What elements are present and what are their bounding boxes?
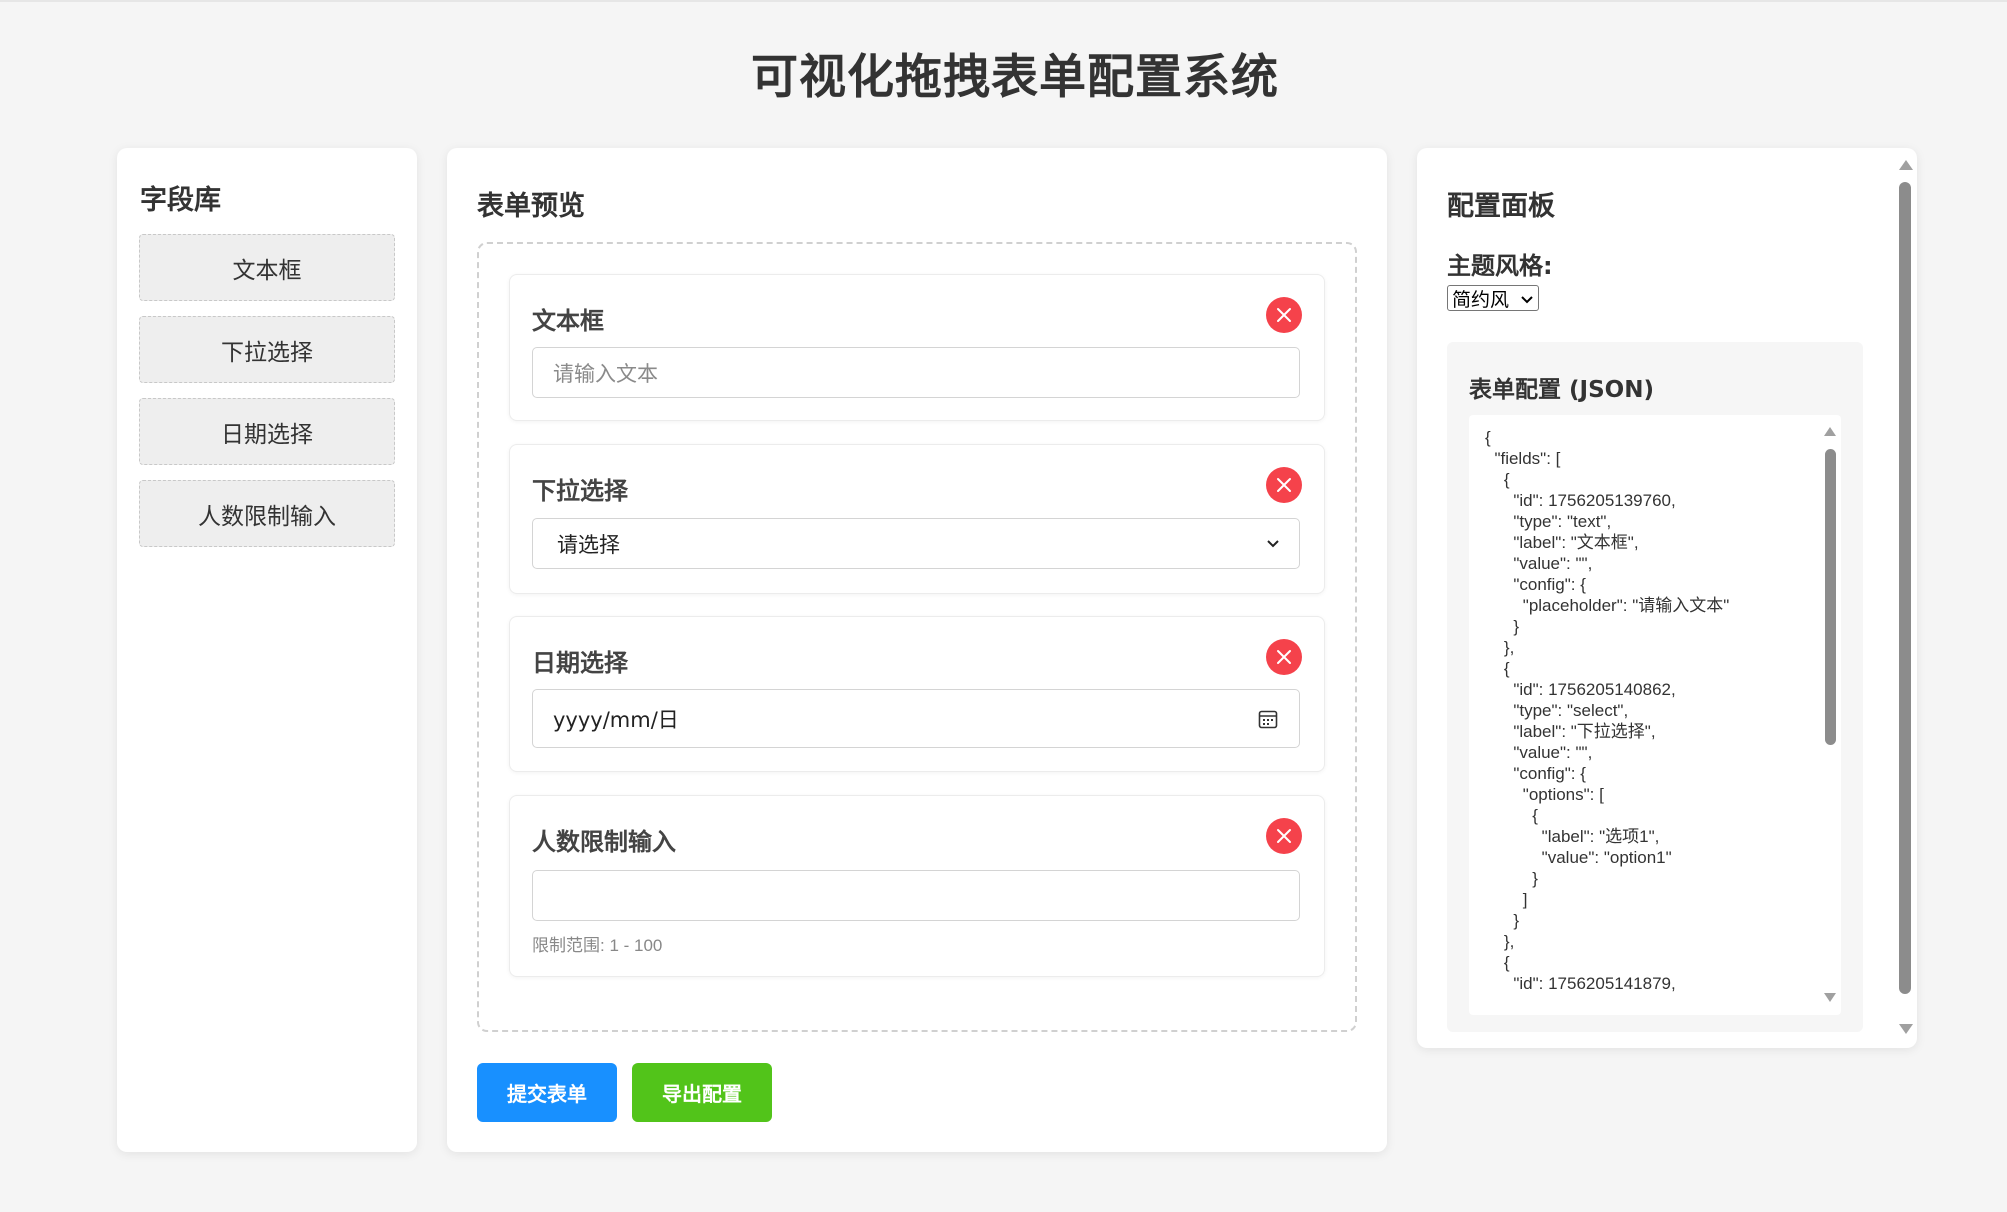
- chevron-down-icon: [1521, 296, 1533, 304]
- json-scrollbar[interactable]: [1819, 415, 1841, 1015]
- config-panel-title: 配置面板: [1447, 191, 1555, 222]
- form-preview-panel: 表单预览 文本框 请输入文本 下拉选择 请选择 日期选择 yyyy/mm/日 人…: [447, 148, 1387, 1152]
- config-scrollbar[interactable]: [1893, 148, 1917, 1048]
- delete-field-button[interactable]: [1266, 467, 1302, 503]
- field-label: 下拉选择: [532, 477, 628, 505]
- json-scrollbar-thumb[interactable]: [1825, 449, 1836, 745]
- scroll-down-arrow-icon[interactable]: [1824, 993, 1836, 1002]
- top-divider: [0, 0, 2007, 2]
- field-label: 日期选择: [532, 649, 628, 677]
- close-icon: [1277, 478, 1291, 492]
- json-config-text: { "fields": [ { "id": 1756205139760, "ty…: [1485, 428, 1730, 993]
- config-scrollbar-thumb[interactable]: [1899, 182, 1911, 994]
- chevron-down-icon: [1267, 540, 1279, 548]
- select-dropdown[interactable]: 请选择: [532, 518, 1300, 569]
- delete-field-button[interactable]: [1266, 297, 1302, 333]
- library-item-text[interactable]: 文本框: [139, 234, 395, 301]
- number-input[interactable]: [532, 870, 1300, 921]
- theme-select-value: 简约风: [1452, 288, 1510, 311]
- json-config-viewer[interactable]: { "fields": [ { "id": 1756205139760, "ty…: [1469, 415, 1841, 1015]
- submit-form-button[interactable]: 提交表单: [477, 1063, 617, 1122]
- close-icon: [1277, 829, 1291, 843]
- field-library-panel: 字段库 文本框 下拉选择 日期选择 人数限制输入: [117, 148, 417, 1152]
- field-card-text[interactable]: 文本框 请输入文本: [509, 274, 1325, 421]
- field-card-date[interactable]: 日期选择 yyyy/mm/日: [509, 616, 1325, 772]
- json-config-box: 表单配置 (JSON) { "fields": [ { "id": 175620…: [1447, 342, 1863, 1032]
- text-input-placeholder: 请输入文本: [553, 361, 658, 386]
- page-title: 可视化拖拽表单配置系统: [751, 50, 1279, 105]
- form-preview-title: 表单预览: [477, 191, 585, 222]
- library-item-select[interactable]: 下拉选择: [139, 316, 395, 383]
- field-library-title: 字段库: [140, 185, 221, 216]
- theme-select[interactable]: 简约风: [1447, 285, 1539, 311]
- text-input[interactable]: 请输入文本: [532, 347, 1300, 398]
- close-icon: [1277, 650, 1291, 664]
- select-value: 请选择: [557, 532, 620, 557]
- delete-field-button[interactable]: [1266, 818, 1302, 854]
- calendar-icon[interactable]: [1257, 708, 1279, 730]
- field-card-limited-number[interactable]: 人数限制输入 限制范围: 1 - 100: [509, 795, 1325, 977]
- delete-field-button[interactable]: [1266, 639, 1302, 675]
- theme-label: 主题风格:: [1447, 252, 1553, 280]
- json-config-title: 表单配置 (JSON): [1469, 377, 1654, 403]
- date-input[interactable]: yyyy/mm/日: [532, 689, 1300, 748]
- field-card-select[interactable]: 下拉选择 请选择: [509, 444, 1325, 594]
- form-dropzone[interactable]: 文本框 请输入文本 下拉选择 请选择 日期选择 yyyy/mm/日 人数限制输入…: [477, 242, 1357, 1032]
- scroll-up-arrow-icon[interactable]: [1899, 160, 1913, 170]
- scroll-up-arrow-icon[interactable]: [1824, 427, 1836, 436]
- library-item-date[interactable]: 日期选择: [139, 398, 395, 465]
- scroll-down-arrow-icon[interactable]: [1899, 1024, 1913, 1034]
- export-config-button[interactable]: 导出配置: [632, 1063, 772, 1122]
- config-panel: 配置面板 主题风格: 简约风 表单配置 (JSON) { "fields": […: [1417, 148, 1917, 1048]
- library-item-limited-number[interactable]: 人数限制输入: [139, 480, 395, 547]
- range-hint: 限制范围: 1 - 100: [532, 936, 663, 955]
- date-input-value: yyyy/mm/日: [553, 707, 679, 732]
- field-label: 人数限制输入: [532, 828, 676, 856]
- close-icon: [1277, 308, 1291, 322]
- field-label: 文本框: [532, 307, 604, 335]
